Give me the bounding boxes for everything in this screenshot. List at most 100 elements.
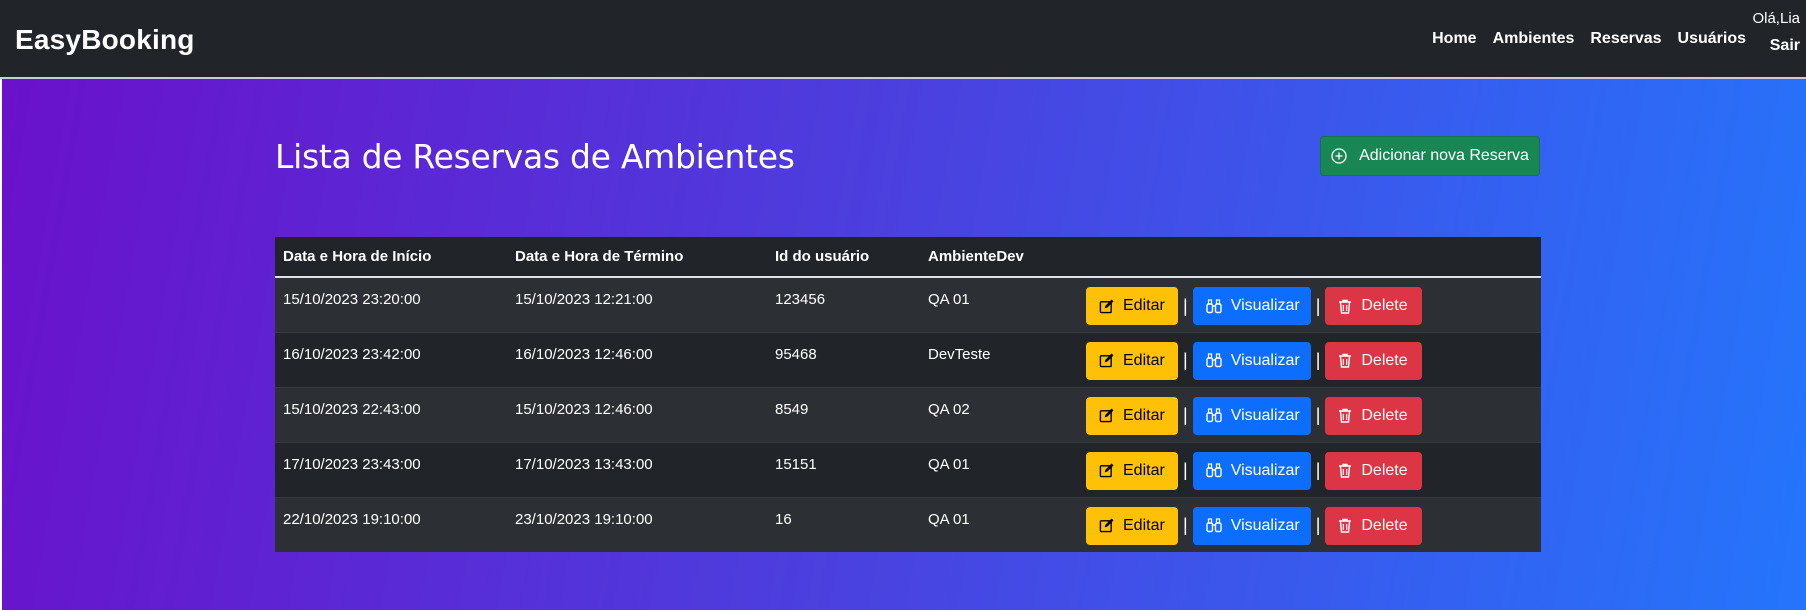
nav-link-reservas[interactable]: Reservas — [1590, 30, 1661, 48]
header-end: Data e Hora de Término — [507, 237, 767, 278]
logout-link[interactable]: Sair — [1752, 37, 1800, 55]
cell-end: 15/10/2023 12:46:00 — [507, 386, 767, 442]
delete-button[interactable]: Delete — [1325, 396, 1423, 435]
edit-button[interactable]: Editar — [1086, 506, 1178, 545]
row-actions: Editar | Visualizar | Delete — [1086, 396, 1533, 435]
cell-start: 16/10/2023 23:42:00 — [275, 331, 507, 387]
row-actions: Editar | Visualizar | Delete — [1086, 506, 1533, 545]
delete-button[interactable]: Delete — [1325, 341, 1423, 380]
delete-label: Delete — [1361, 297, 1408, 314]
binoculars-icon — [1205, 518, 1222, 533]
user-greeting: Olá,Lia — [1752, 10, 1800, 27]
cell-end: 23/10/2023 19:10:00 — [507, 496, 767, 552]
cell-actions: Editar | Visualizar | Delete — [1078, 331, 1541, 387]
edit-button[interactable]: Editar — [1086, 396, 1178, 435]
delete-label: Delete — [1361, 351, 1408, 369]
cell-user-id: 8549 — [767, 386, 920, 442]
cell-user-id: 95468 — [767, 331, 920, 387]
cell-end: 16/10/2023 12:46:00 — [507, 331, 767, 387]
action-separator: | — [1183, 405, 1188, 425]
cell-user-id: 16 — [767, 496, 920, 552]
plus-circle-icon — [1331, 148, 1347, 164]
main-content: Lista de Reservas de Ambientes Adicionar… — [2, 79, 1806, 610]
edit-label: Editar — [1123, 406, 1165, 424]
table-row: 15/10/2023 22:43:00 15/10/2023 12:46:00 … — [275, 386, 1541, 442]
binoculars-icon — [1205, 408, 1222, 423]
trash-icon — [1338, 299, 1352, 314]
view-label: Visualizar — [1230, 351, 1300, 369]
cell-environment: QA 01 — [920, 276, 1078, 332]
edit-label: Editar — [1123, 516, 1165, 534]
delete-label: Delete — [1361, 516, 1408, 534]
cell-actions: Editar | Visualizar | Delete — [1078, 496, 1541, 552]
trash-icon — [1338, 408, 1352, 423]
add-reservation-label: Adicionar nova Reserva — [1359, 147, 1529, 164]
edit-label: Editar — [1123, 297, 1165, 314]
view-button[interactable]: Visualizar — [1192, 341, 1311, 380]
table-row: 15/10/2023 23:20:00 15/10/2023 12:21:00 … — [275, 276, 1541, 332]
edit-label: Editar — [1123, 351, 1165, 369]
action-separator: | — [1315, 295, 1321, 316]
cell-start: 15/10/2023 23:20:00 — [275, 276, 507, 332]
cell-environment: QA 02 — [920, 386, 1078, 442]
view-button[interactable]: Visualizar — [1192, 451, 1311, 490]
cell-environment: DevTeste — [920, 331, 1078, 387]
row-actions: Editar | Visualizar | Delete — [1086, 287, 1533, 325]
table-body: 15/10/2023 23:20:00 15/10/2023 12:21:00 … — [275, 276, 1541, 552]
action-separator: | — [1315, 350, 1321, 370]
delete-label: Delete — [1361, 406, 1408, 424]
pencil-square-icon — [1099, 518, 1114, 533]
trash-icon — [1338, 463, 1352, 478]
cell-environment: QA 01 — [920, 496, 1078, 552]
action-separator: | — [1183, 350, 1188, 370]
delete-button[interactable]: Delete — [1325, 287, 1423, 325]
binoculars-icon — [1205, 353, 1222, 368]
pencil-square-icon — [1099, 353, 1114, 368]
cell-start: 15/10/2023 22:43:00 — [275, 386, 507, 442]
action-separator: | — [1183, 515, 1188, 535]
navbar: EasyBooking Home Ambientes Reservas Usuá… — [0, 0, 1806, 79]
cell-environment: QA 01 — [920, 441, 1078, 497]
cell-end: 17/10/2023 13:43:00 — [507, 441, 767, 497]
row-actions: Editar | Visualizar | Delete — [1086, 341, 1533, 380]
action-separator: | — [1315, 405, 1321, 425]
cell-actions: Editar | Visualizar | Delete — [1078, 276, 1541, 332]
edit-button[interactable]: Editar — [1086, 341, 1178, 380]
view-label: Visualizar — [1230, 461, 1300, 479]
action-separator: | — [1183, 295, 1188, 316]
action-separator: | — [1315, 460, 1321, 480]
view-button[interactable]: Visualizar — [1192, 506, 1311, 545]
delete-label: Delete — [1361, 461, 1408, 479]
edit-label: Editar — [1123, 461, 1165, 479]
edit-button[interactable]: Editar — [1086, 287, 1178, 325]
view-button[interactable]: Visualizar — [1192, 396, 1311, 435]
view-button[interactable]: Visualizar — [1192, 287, 1311, 325]
delete-button[interactable]: Delete — [1325, 451, 1423, 490]
delete-button[interactable]: Delete — [1325, 506, 1423, 545]
header-actions — [1078, 237, 1541, 278]
edit-button[interactable]: Editar — [1086, 451, 1178, 490]
brand-logo[interactable]: EasyBooking — [15, 24, 195, 56]
nav-link-usuarios[interactable]: Usuários — [1678, 30, 1746, 48]
cell-start: 22/10/2023 19:10:00 — [275, 496, 507, 552]
header-user-id: Id do usuário — [767, 237, 920, 278]
user-box: Olá,Lia Sair — [1752, 10, 1800, 55]
binoculars-icon — [1205, 298, 1222, 314]
cell-actions: Editar | Visualizar | Delete — [1078, 386, 1541, 442]
trash-icon — [1338, 518, 1352, 533]
nav-link-ambientes[interactable]: Ambientes — [1493, 30, 1575, 48]
action-separator: | — [1183, 460, 1188, 480]
add-reservation-button[interactable]: Adicionar nova Reserva — [1320, 136, 1540, 176]
view-label: Visualizar — [1230, 297, 1300, 314]
cell-user-id: 123456 — [767, 276, 920, 332]
table-row: 16/10/2023 23:42:00 16/10/2023 12:46:00 … — [275, 331, 1541, 387]
nav-link-home[interactable]: Home — [1432, 30, 1476, 48]
page-title: Lista de Reservas de Ambientes — [275, 137, 795, 176]
reservations-table: Data e Hora de Início Data e Hora de Tér… — [275, 237, 1541, 552]
pencil-square-icon — [1099, 408, 1114, 423]
row-actions: Editar | Visualizar | Delete — [1086, 451, 1533, 490]
cell-user-id: 15151 — [767, 441, 920, 497]
cell-actions: Editar | Visualizar | Delete — [1078, 441, 1541, 497]
action-separator: | — [1315, 515, 1321, 535]
view-label: Visualizar — [1230, 516, 1300, 534]
